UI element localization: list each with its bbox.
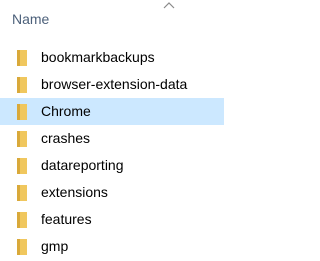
folder-icon (17, 212, 27, 228)
folder-icon (17, 158, 27, 174)
list-item-bookmarkbackups[interactable]: bookmarkbackups (0, 44, 224, 71)
list-item-label: extensions (41, 184, 108, 200)
list-item-datareporting[interactable]: datareporting (0, 152, 224, 179)
list-item-crashes[interactable]: crashes (0, 125, 224, 152)
list-item-label: datareporting (41, 157, 124, 173)
folder-icon (17, 104, 27, 120)
list-item-label: browser-extension-data (41, 76, 188, 92)
list-item-chrome[interactable]: Chrome (0, 98, 224, 125)
list-item-gmp[interactable]: gmp (0, 233, 224, 260)
list-item-label: Chrome (41, 103, 91, 119)
folder-icon (17, 185, 27, 201)
list-item-extensions[interactable]: extensions (0, 179, 224, 206)
list-item-label: bookmarkbackups (41, 49, 155, 65)
list-item-label: gmp (41, 238, 69, 254)
name-column-header[interactable]: Name (12, 11, 49, 27)
list-item-label: features (41, 211, 92, 227)
list-item-features[interactable]: features (0, 206, 224, 233)
folder-icon (17, 77, 27, 93)
folder-icon (17, 50, 27, 66)
folder-icon (17, 239, 27, 255)
column-header: Name (0, 0, 224, 38)
list-item-browser-extension-data[interactable]: browser-extension-data (0, 71, 224, 98)
chevron-up-icon (163, 2, 175, 9)
folder-icon (17, 131, 27, 147)
list-item-label: crashes (41, 130, 91, 146)
